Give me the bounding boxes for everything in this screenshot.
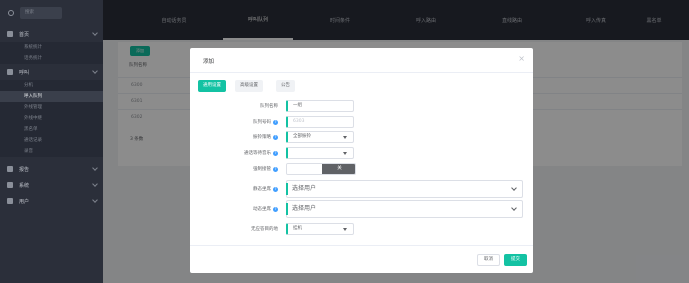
sidebar-search: 搜索 — [0, 0, 103, 26]
toggle-off-label: 关 — [322, 164, 355, 174]
form-row-static-agents: 静态坐席? 选择用户 — [190, 180, 533, 200]
add-queue-dialog: 添加 × 通用设置 高级设置 公告 队列名称 一组 队列号码? 6303 振铃策… — [190, 48, 533, 273]
queue-number-input[interactable]: 6303 — [286, 116, 354, 128]
ring-strategy-label: 振铃策略? — [253, 134, 278, 140]
chevron-down-icon — [92, 30, 98, 36]
queue-name-label: 队列名称 — [260, 103, 278, 109]
label-text: 无应答目的地 — [251, 227, 278, 232]
cancel-button[interactable]: 取消 — [477, 254, 500, 266]
label-text: 通话等待音乐 — [244, 151, 271, 156]
caret-down-icon — [343, 136, 347, 139]
sidebar-item-extension[interactable]: 分机 — [0, 80, 103, 91]
sidebar-item-inbound-queue[interactable]: 呼入队列 — [0, 91, 103, 102]
sidebar-group-label: 报告 — [19, 166, 30, 173]
form-row-moh: 通话等待音乐? — [190, 147, 533, 161]
monitor-icon — [7, 182, 13, 188]
form-row-queue-name: 队列名称 一组 — [190, 100, 533, 114]
sidebar: 搜索 首页 系统统计 话务统计 呼叫 分机 呼入队列 外线管理 外线中继 黑名单… — [0, 0, 103, 283]
help-icon[interactable]: ? — [273, 166, 278, 172]
label-text: 振铃策略 — [253, 135, 271, 140]
dynamic-agents-select[interactable]: 选择用户 — [286, 200, 523, 218]
chevron-right-icon — [92, 165, 98, 171]
form-row-ring-strategy: 振铃策略? 全部振铃 — [190, 131, 533, 145]
takeover-toggle[interactable]: 关 — [286, 163, 356, 175]
close-icon[interactable]: × — [518, 55, 525, 63]
moh-select[interactable] — [286, 147, 354, 159]
sidebar-group-label: 用户 — [19, 198, 30, 205]
takeover-label: 强制接管? — [253, 166, 278, 172]
sidebar-item-recording[interactable]: 录音 — [0, 146, 103, 157]
sidebar-group-label: 首页 — [19, 31, 30, 38]
help-icon[interactable]: ? — [273, 186, 278, 192]
select-value: 全部振铃 — [293, 134, 311, 139]
form-row-no-answer: 无应答目的地 挂机 — [190, 223, 533, 237]
chevron-down-icon — [92, 68, 98, 74]
label-text: 队列号码 — [253, 120, 271, 125]
sidebar-item-system-stats[interactable]: 系统统计 — [0, 42, 103, 53]
static-agents-label: 静态坐席? — [253, 186, 278, 192]
moh-label: 通话等待音乐? — [244, 150, 278, 156]
static-agents-select[interactable]: 选择用户 — [286, 180, 523, 198]
form-row-takeover: 强制接管? 关 — [190, 163, 533, 177]
help-icon[interactable]: ? — [273, 206, 278, 212]
select-placeholder: 选择用户 — [292, 205, 317, 212]
queue-name-input[interactable]: 一组 — [286, 100, 354, 112]
accent-bar — [286, 203, 288, 215]
sidebar-group-home[interactable]: 首页 — [0, 26, 103, 42]
ring-strategy-select[interactable]: 全部振铃 — [286, 131, 354, 143]
sidebar-group-user[interactable]: 用户 — [0, 193, 103, 209]
chevron-down-icon — [511, 205, 517, 211]
tab-advanced-settings[interactable]: 高级设置 — [235, 80, 263, 92]
no-answer-select[interactable]: 挂机 — [286, 223, 354, 235]
select-placeholder: 选择用户 — [292, 185, 317, 192]
sidebar-search-input[interactable]: 搜索 — [20, 7, 62, 19]
label-text: 队列名称 — [260, 104, 278, 109]
tab-general-settings[interactable]: 通用设置 — [198, 80, 226, 92]
sidebar-item-blacklist[interactable]: 黑名单 — [0, 124, 103, 135]
gear-icon — [7, 198, 13, 204]
no-answer-label: 无应答目的地 — [251, 226, 278, 232]
select-value: 挂机 — [293, 226, 302, 231]
toggle-on-half — [287, 164, 322, 174]
dialog-header: 添加 × — [190, 48, 533, 73]
sidebar-item-trunk-relay[interactable]: 外线中继 — [0, 113, 103, 124]
sidebar-item-call-log[interactable]: 通话记录 — [0, 135, 103, 146]
chevron-down-icon — [511, 185, 517, 191]
label-text: 强制接管 — [253, 167, 271, 172]
label-text: 动态坐席 — [253, 207, 271, 212]
sidebar-group-system[interactable]: 系统 — [0, 177, 103, 193]
label-text: 静态坐席 — [253, 187, 271, 192]
accent-bar — [286, 183, 288, 195]
caret-down-icon — [343, 228, 347, 231]
help-icon[interactable]: ? — [273, 119, 278, 125]
tab-announcement[interactable]: 公告 — [276, 80, 295, 92]
sidebar-group-label: 呼叫 — [19, 69, 30, 76]
chart-icon — [7, 166, 13, 172]
chevron-right-icon — [92, 181, 98, 187]
form-row-queue-number: 队列号码? 6303 — [190, 116, 533, 130]
sidebar-group-call[interactable]: 呼叫 — [0, 64, 103, 80]
submit-button[interactable]: 提交 — [504, 254, 527, 266]
queue-number-label: 队列号码? — [253, 119, 278, 125]
caret-down-icon — [343, 152, 347, 155]
search-icon — [8, 10, 14, 16]
sidebar-item-trunk-manage[interactable]: 外线管理 — [0, 102, 103, 113]
dialog-title: 添加 — [203, 59, 215, 65]
dynamic-agents-label: 动态坐席? — [253, 206, 278, 212]
help-icon[interactable]: ? — [273, 134, 278, 140]
sidebar-group-label: 系统 — [19, 182, 30, 189]
chevron-right-icon — [92, 197, 98, 203]
dialog-footer: 取消 提交 — [190, 245, 533, 273]
help-icon[interactable]: ? — [273, 150, 278, 156]
home-icon — [7, 31, 13, 37]
phone-icon — [7, 69, 13, 75]
sidebar-group-report[interactable]: 报告 — [0, 161, 103, 177]
sidebar-item-traffic-stats[interactable]: 话务统计 — [0, 53, 103, 64]
form-row-dynamic-agents: 动态坐席? 选择用户 — [190, 200, 533, 220]
